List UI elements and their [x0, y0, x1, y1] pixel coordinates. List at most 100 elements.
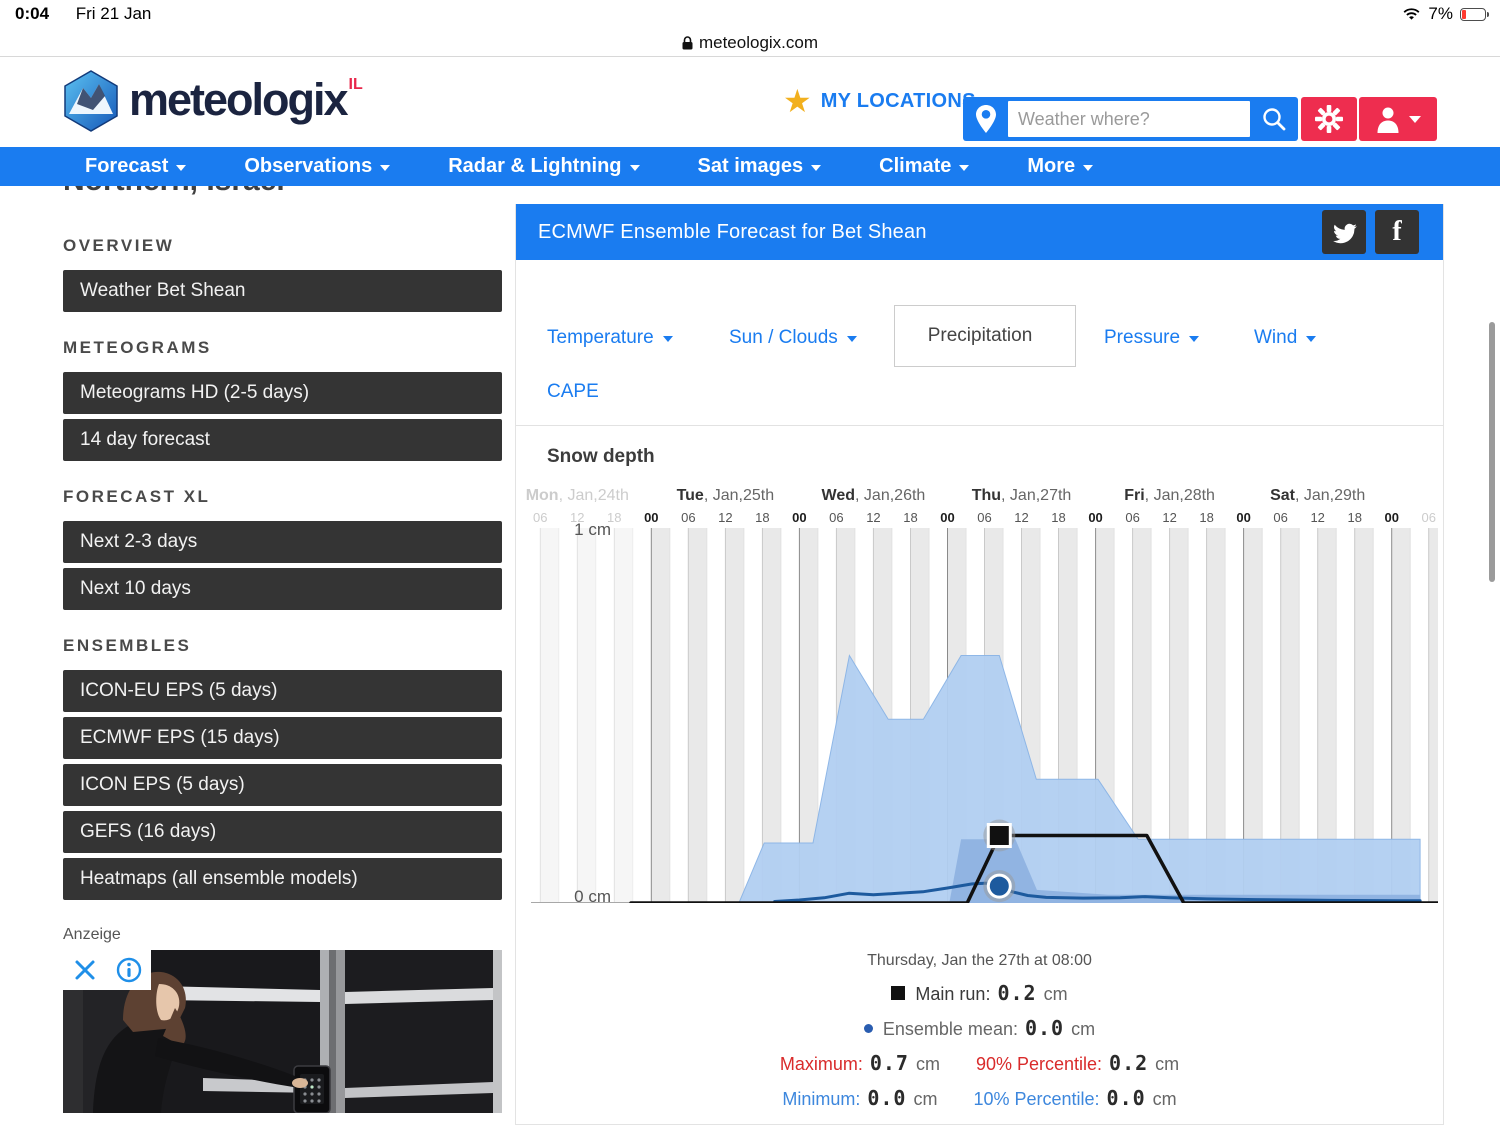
- hour-tick-label: 00: [644, 510, 658, 525]
- wifi-icon: [1402, 7, 1421, 21]
- chevron-down-icon: [1306, 336, 1316, 342]
- nav-item-observations[interactable]: Observations: [244, 155, 390, 178]
- location-pin-icon: [963, 104, 1008, 134]
- legend-timestamp: Thursday, Jan the 27th at 08:00: [516, 952, 1443, 970]
- sidebar-item-14-day-forecast[interactable]: 14 day forecast: [63, 419, 502, 461]
- meteologix-logo[interactable]: meteologix IL: [63, 70, 363, 132]
- tab-sun-clouds[interactable]: Sun / Clouds: [729, 327, 857, 349]
- legend-ensemble-mean: Ensemble mean: 0.0 cm: [516, 1016, 1443, 1040]
- sidebar-item-next-2-3-days[interactable]: Next 2-3 days: [63, 521, 502, 563]
- url-text: meteologix.com: [699, 33, 818, 53]
- search-submit-button[interactable]: [1250, 105, 1298, 133]
- padlock-icon: [682, 36, 693, 50]
- forecast-tabs: Temperature Sun / Clouds Precipitation Pres…: [516, 305, 1443, 367]
- hour-tick-label: 00: [792, 510, 806, 525]
- star-icon: ★: [783, 85, 812, 117]
- tab-pressure[interactable]: Pressure: [1104, 327, 1199, 349]
- advertisement[interactable]: [63, 950, 502, 1113]
- hour-tick-label: 06: [1273, 510, 1287, 525]
- ad-label: Anzeige: [63, 926, 502, 944]
- ensemble-plot-svg: [531, 528, 1438, 903]
- site-header: meteologix IL ★ MY LOCATIONS: [0, 57, 1500, 147]
- y-axis-label-top: 1 cm: [535, 520, 611, 540]
- chevron-down-icon: [847, 336, 857, 342]
- ad-info-icon[interactable]: [116, 957, 142, 983]
- tab-label: Wind: [1254, 327, 1297, 349]
- hour-tick-label: 06: [829, 510, 843, 525]
- status-right: 7%: [1402, 4, 1486, 24]
- chevron-down-icon: [1409, 116, 1421, 123]
- day-label-tue: Tue, Jan,25th: [677, 487, 775, 505]
- nav-item-label: More: [1027, 155, 1075, 178]
- account-button[interactable]: [1359, 97, 1437, 141]
- my-locations-button[interactable]: ★ MY LOCATIONS: [783, 85, 976, 117]
- hour-tick-label: 06: [977, 510, 991, 525]
- twitter-share-button[interactable]: [1322, 210, 1366, 254]
- legend-max-p90: Maximum: 0.7 cm 90% Percentile: 0.2 cm: [516, 1051, 1443, 1075]
- tab-label: Temperature: [547, 327, 654, 349]
- hour-tick-label: 00: [940, 510, 954, 525]
- nav-item-more[interactable]: More: [1027, 155, 1093, 178]
- section-title: FORECAST XL: [63, 487, 502, 507]
- hour-tick-label: 12: [718, 510, 732, 525]
- hour-tick-label: 12: [1014, 510, 1028, 525]
- nav-item-sat-images[interactable]: Sat images: [698, 155, 822, 178]
- hour-tick-label: 18: [1199, 510, 1213, 525]
- tab-label: Precipitation: [928, 325, 1033, 347]
- sidebar-item-icon-eps-5-days[interactable]: ICON EPS (5 days): [63, 764, 502, 806]
- tab-label: Sun / Clouds: [729, 327, 838, 349]
- sidebar-item-gefs-16-days[interactable]: GEFS (16 days): [63, 811, 502, 853]
- battery-icon: [1460, 8, 1486, 21]
- tab-precipitation[interactable]: Precipitation: [894, 305, 1076, 367]
- nav-item-radar-lightning[interactable]: Radar & Lightning: [448, 155, 639, 178]
- logo-wordmark: meteologix: [129, 70, 347, 130]
- sidebar-item-ecmwf-eps-15-days[interactable]: ECMWF EPS (15 days): [63, 717, 502, 759]
- hour-tick-label: 12: [1310, 510, 1324, 525]
- battery-percent: 7%: [1428, 4, 1453, 24]
- nav-item-label: Observations: [244, 155, 372, 178]
- page-scrollbar[interactable]: [1489, 322, 1495, 582]
- main-navbar: Forecast Observations Radar & Lightning Sat…: [0, 147, 1500, 186]
- sidebar-item-next-10-days[interactable]: Next 10 days: [63, 568, 502, 610]
- chevron-down-icon: [663, 336, 673, 342]
- sidebar-section-forecast-xl: FORECAST XL Next 2-3 days Next 10 days: [63, 487, 502, 610]
- tab-cape[interactable]: CAPE: [547, 381, 599, 403]
- ad-close-icon[interactable]: [73, 958, 97, 982]
- forecast-panel: ECMWF Ensemble Forecast for Bet Shean f …: [515, 204, 1444, 1125]
- hour-tick-label: 18: [755, 510, 769, 525]
- safari-url-bar[interactable]: meteologix.com: [0, 30, 1500, 57]
- sidebar-item-heatmaps-all-ensemble-models[interactable]: Heatmaps (all ensemble models): [63, 858, 502, 900]
- tab-label: Pressure: [1104, 327, 1180, 349]
- section-title: OVERVIEW: [63, 236, 502, 256]
- chart-legend: Thursday, Jan the 27th at 08:00 Main run…: [516, 952, 1443, 1110]
- chevron-down-icon: [630, 165, 640, 171]
- snow-depth-chart: Mon, Jan,24thTue, Jan,25thWed, Jan,26thT…: [531, 487, 1444, 927]
- status-date: Fri 21 Jan: [76, 4, 152, 23]
- chart-title: Snow depth: [547, 446, 655, 468]
- tab-temperature[interactable]: Temperature: [547, 327, 673, 349]
- day-label-thu: Thu, Jan,27th: [972, 487, 1072, 505]
- ensemble-mean-dot-icon: [864, 1024, 873, 1033]
- sidebar-item-icon-eu-eps-5-days[interactable]: ICON-EU EPS (5 days): [63, 670, 502, 712]
- hour-tick-label: 06: [1125, 510, 1139, 525]
- hour-tick-label: 06: [681, 510, 695, 525]
- sidebar-section-overview: OVERVIEW Weather Bet Shean: [63, 236, 502, 312]
- sidebar-item-weather-bet-shean[interactable]: Weather Bet Shean: [63, 270, 502, 312]
- settings-button[interactable]: [1301, 97, 1357, 141]
- hour-tick-label: 00: [1384, 510, 1398, 525]
- tab-wind[interactable]: Wind: [1254, 327, 1316, 349]
- facebook-share-button[interactable]: f: [1375, 210, 1419, 254]
- sidebar: Northern, Israel OVERVIEWWeather Bet She…: [63, 186, 502, 1113]
- twitter-icon: [1331, 219, 1357, 245]
- hour-tick-label: 06: [1422, 510, 1436, 525]
- search-input[interactable]: [1008, 101, 1250, 137]
- nav-item-label: Climate: [879, 155, 951, 178]
- plot-area[interactable]: 1 cm 0 cm: [531, 528, 1438, 903]
- nav-item-forecast[interactable]: Forecast: [85, 155, 186, 178]
- section-title: METEOGRAMS: [63, 338, 502, 358]
- status-left: 0:04 Fri 21 Jan: [15, 4, 151, 24]
- logo-country-sup: IL: [349, 76, 363, 94]
- nav-item-climate[interactable]: Climate: [879, 155, 969, 178]
- chevron-down-icon: [959, 165, 969, 171]
- sidebar-item-meteograms-hd-2-5-days[interactable]: Meteograms HD (2-5 days): [63, 372, 502, 414]
